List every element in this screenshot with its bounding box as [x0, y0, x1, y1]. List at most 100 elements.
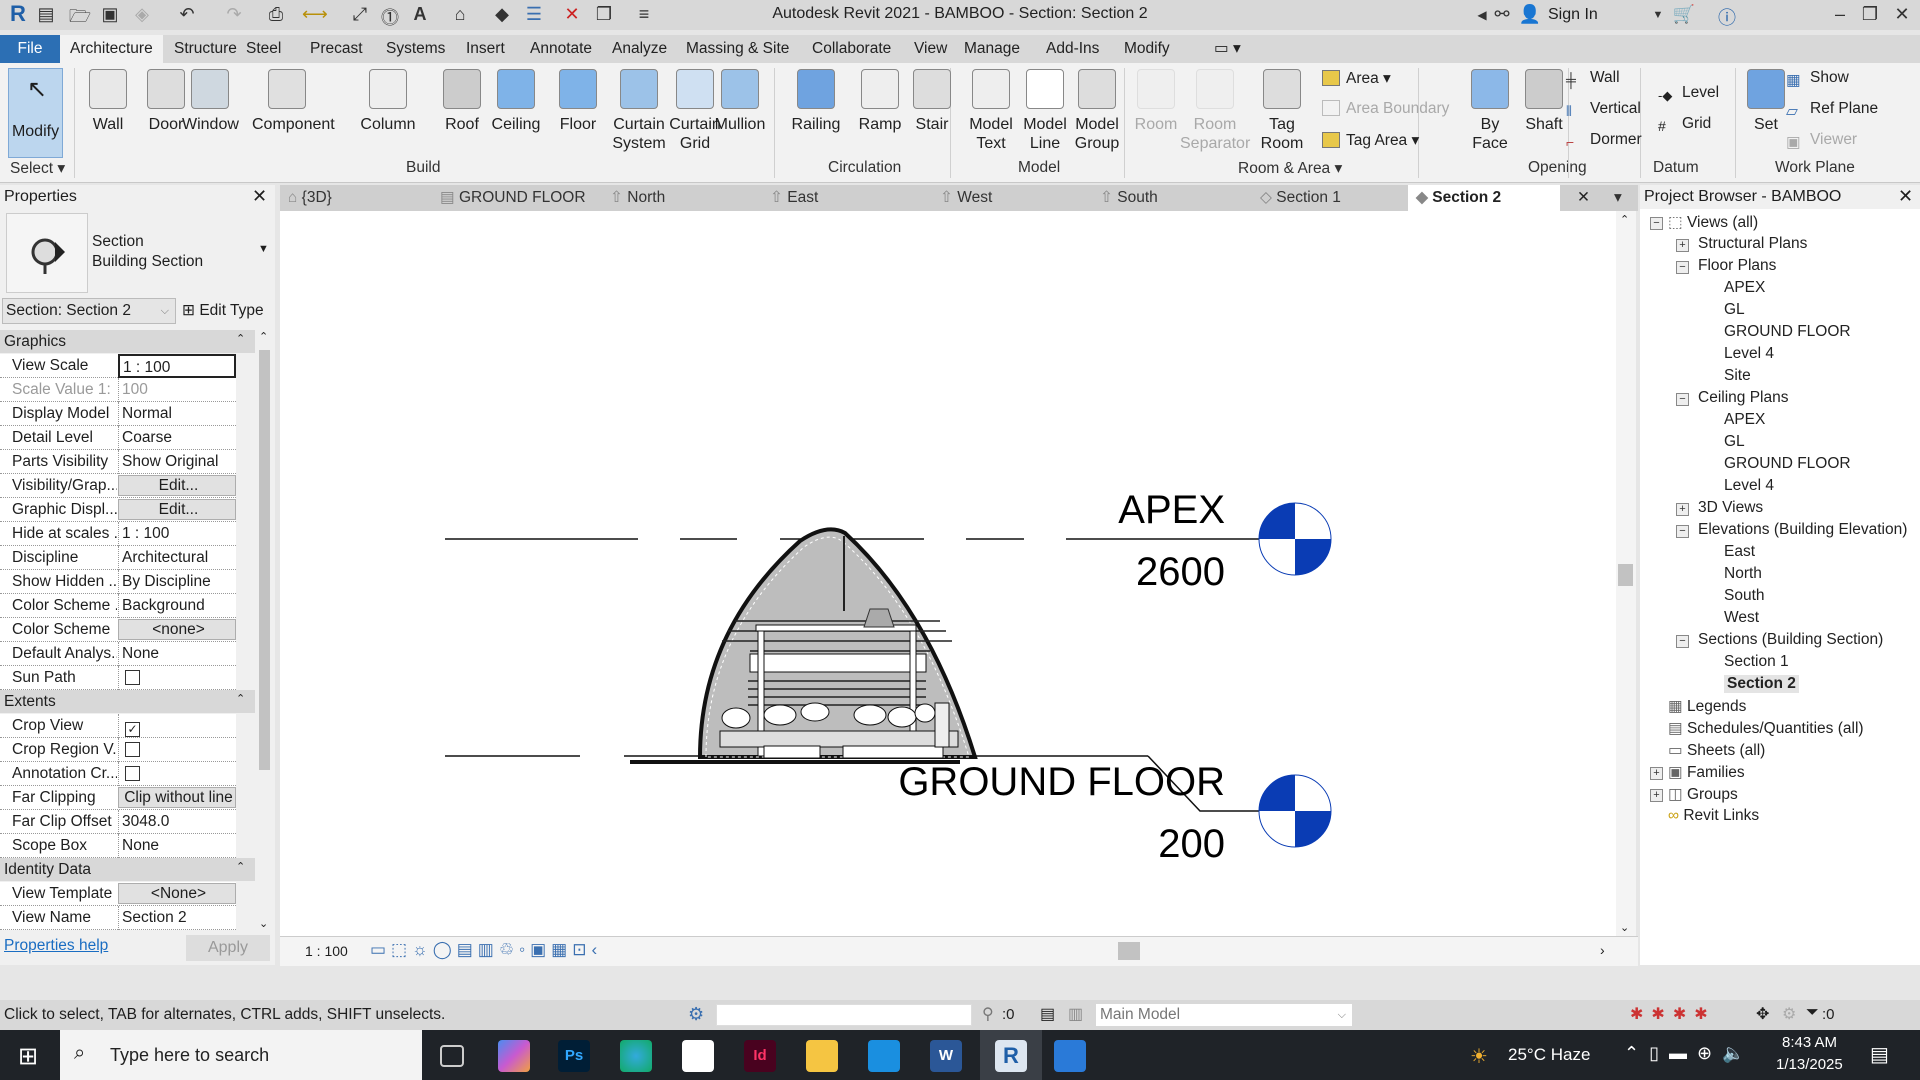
weather-icon[interactable]: ☀: [1470, 1044, 1488, 1069]
property-checkbox[interactable]: ✓: [125, 722, 140, 737]
clock-date[interactable]: 1/13/2025: [1776, 1056, 1843, 1073]
property-value[interactable]: Coarse: [118, 426, 236, 450]
property-value[interactable]: By Discipline: [118, 570, 236, 594]
view-tab-west[interactable]: ⇧ West: [940, 185, 992, 211]
filter-icon[interactable]: ⏷: [1806, 1004, 1819, 1022]
room-area-panel-label[interactable]: Room & Area ▾: [1238, 159, 1342, 178]
photos-icon[interactable]: [1054, 1040, 1086, 1072]
ribbon-tab-insert[interactable]: Insert: [456, 35, 515, 63]
store-icon[interactable]: [682, 1040, 714, 1072]
weather-text[interactable]: 25°C Haze: [1508, 1045, 1590, 1065]
vertical-opening-button[interactable]: ⫴ Vertical: [1566, 100, 1641, 119]
tree-item[interactable]: 3D Views: [1698, 499, 1763, 517]
property-value[interactable]: 1 : 100: [118, 354, 236, 378]
tab-list-dropdown[interactable]: ▾: [1614, 185, 1622, 211]
view-tab-north[interactable]: ⇧ North: [610, 185, 665, 211]
ribbon-tab-annotate[interactable]: Annotate: [520, 35, 602, 63]
user-icon[interactable]: 👤: [1518, 4, 1542, 25]
mail-icon[interactable]: [868, 1040, 900, 1072]
ceiling-button[interactable]: Ceiling: [488, 69, 544, 134]
apply-button[interactable]: Apply: [186, 935, 270, 961]
ground-floor-level-head[interactable]: [1258, 774, 1332, 848]
select-panel-label[interactable]: Select ▾: [10, 159, 65, 178]
tag-room-button[interactable]: Tag Room: [1254, 69, 1310, 153]
view-tab-section-2[interactable]: ◆ Section 2 ✕: [1408, 185, 1590, 211]
ribbon-tab-structure[interactable]: Structure: [164, 35, 247, 63]
roof-button[interactable]: Roof: [434, 69, 490, 134]
level-button[interactable]: -◆ Level: [1658, 84, 1719, 104]
ribbon-tab-file[interactable]: File: [0, 35, 60, 63]
property-value[interactable]: <none>: [118, 619, 236, 640]
tree-item[interactable]: GL: [1724, 433, 1745, 451]
ribbon-tab-modify[interactable]: Modify: [1114, 35, 1180, 63]
property-value[interactable]: [118, 738, 236, 762]
view-tab-ground-floor[interactable]: ▤ GROUND FLOOR: [440, 185, 586, 211]
windows-start-icon[interactable]: ⊞: [18, 1042, 38, 1071]
view-tab-3d[interactable]: ⌂ {3D}: [288, 185, 332, 211]
project-browser-close-button[interactable]: ✕: [1898, 186, 1913, 207]
collapse-group-icon[interactable]: ⌃: [236, 692, 245, 705]
shaft-button[interactable]: Shaft: [1516, 69, 1572, 134]
tree-item[interactable]: GL: [1724, 301, 1745, 319]
property-checkbox[interactable]: [125, 742, 140, 757]
tag-area-button[interactable]: Tag Area ▾: [1322, 131, 1419, 150]
property-value[interactable]: None: [118, 834, 236, 858]
column-button[interactable]: Column: [360, 69, 416, 134]
word-icon[interactable]: W: [930, 1040, 962, 1072]
property-value[interactable]: Section 2: [118, 906, 236, 930]
minimize-button[interactable]: ‒: [1828, 4, 1852, 25]
property-checkbox[interactable]: [125, 670, 140, 685]
design-options-icon[interactable]: ⚲: [982, 1004, 994, 1024]
drawing-canvas[interactable]: APEX 2600 GROUND FLOOR 200: [280, 211, 1620, 936]
window-button[interactable]: Window: [182, 69, 239, 134]
tree-item[interactable]: North: [1724, 565, 1762, 583]
property-value[interactable]: ✓: [118, 714, 236, 738]
ribbon-tab-view[interactable]: View: [904, 35, 957, 63]
ribbon-tab-architecture[interactable]: Architecture: [60, 35, 163, 63]
viewer-button[interactable]: ▣ Viewer: [1786, 131, 1857, 151]
design-option-select[interactable]: Main Model ⌵: [1096, 1004, 1352, 1026]
tree-expander[interactable]: −: [1676, 635, 1689, 648]
apex-level-head[interactable]: [1258, 502, 1332, 576]
close-tab-button[interactable]: ✕: [1577, 185, 1590, 211]
revit-taskbar-button[interactable]: R: [980, 1030, 1042, 1080]
help-icon[interactable]: ⓘ: [1715, 4, 1739, 30]
tree-expander[interactable]: −: [1676, 525, 1689, 538]
room-separator-button[interactable]: Room Separator: [1180, 69, 1250, 153]
tree-item[interactable]: GROUND FLOOR: [1724, 323, 1851, 341]
property-value[interactable]: Edit...: [118, 499, 236, 520]
property-value[interactable]: 100: [118, 378, 236, 402]
extents-group-header[interactable]: Extents: [0, 690, 255, 713]
tree-item[interactable]: East: [1724, 543, 1755, 561]
tree-item[interactable]: West: [1724, 609, 1759, 627]
property-value[interactable]: Background: [118, 594, 236, 618]
property-value[interactable]: 1 : 100: [118, 522, 236, 546]
ribbon-tab-steel[interactable]: Steel: [236, 35, 291, 63]
file-explorer-icon[interactable]: [806, 1040, 838, 1072]
sign-in-dropdown-icon[interactable]: ▼: [1646, 9, 1670, 21]
mullion-button[interactable]: Mullion: [712, 69, 768, 134]
clock-time[interactable]: 8:43 AM: [1782, 1034, 1837, 1051]
tree-item[interactable]: Structural Plans: [1698, 235, 1807, 253]
scroll-right-icon[interactable]: ›: [1600, 942, 1605, 958]
railing-button[interactable]: Railing: [788, 69, 844, 134]
cart-icon[interactable]: 🛒: [1672, 4, 1696, 25]
properties-help-link[interactable]: Properties help: [4, 937, 108, 955]
room-button[interactable]: Room: [1128, 69, 1184, 134]
property-value[interactable]: Clip without line: [118, 787, 236, 808]
property-value[interactable]: <None>: [118, 883, 236, 904]
by-face-button[interactable]: By Face: [1462, 69, 1518, 153]
selection-toggle-icons[interactable]: ✱✱✱✱: [1630, 1004, 1716, 1024]
ribbon-tab-systems[interactable]: Systems: [376, 35, 455, 63]
ribbon-tab-manage[interactable]: Manage: [954, 35, 1030, 63]
view-control-icons[interactable]: ▭⬚☼◯▤▥♲◦▣▦⊡‹: [370, 940, 602, 960]
tree-expander[interactable]: +: [1650, 789, 1663, 802]
tree-item[interactable]: Sections (Building Section): [1698, 631, 1883, 649]
tree-expander[interactable]: +: [1676, 239, 1689, 252]
wall-button[interactable]: Wall: [80, 69, 136, 134]
tree-expander[interactable]: +: [1650, 767, 1663, 780]
tree-item[interactable]: ▤ Schedules/Quantities (all): [1668, 719, 1864, 738]
tree-expander[interactable]: +: [1676, 503, 1689, 516]
close-window-button[interactable]: ✕: [1890, 4, 1914, 25]
ribbon-tab-massing-site[interactable]: Massing & Site: [676, 35, 799, 63]
